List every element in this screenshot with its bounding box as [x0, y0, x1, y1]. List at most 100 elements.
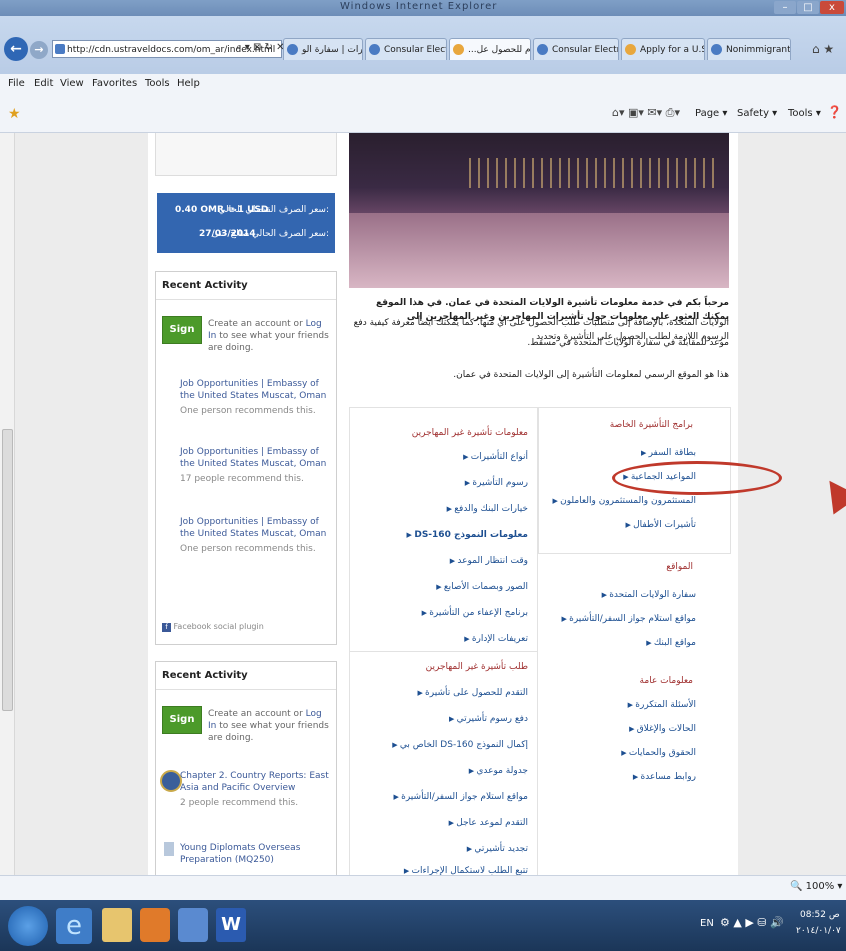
tab-label: Nonimmigrant Vis... [726, 45, 791, 55]
zoom-level[interactable]: 🔍 100% ▾ [790, 881, 842, 892]
activity-item-sub: One person recommends this. [180, 406, 316, 416]
city-lights [469, 158, 719, 188]
link-wait-times[interactable]: وقت انتظار الموعد [450, 556, 528, 566]
explorer-taskbar-icon[interactable] [102, 908, 132, 942]
close-window-button[interactable]: x [820, 1, 844, 14]
tab-5[interactable]: Apply for a U.S. Vis... [621, 38, 705, 60]
favorites-star-icon[interactable]: ★ [8, 106, 21, 122]
home-feeds-print-icon[interactable]: ⌂▾ ▣▾ ✉▾ ⎙▾ [612, 106, 680, 120]
home-icon[interactable]: ⌂ ★ [812, 42, 834, 56]
link-travel-card[interactable]: بطاقة السفر [641, 448, 696, 458]
activity-item-title[interactable]: Young Diplomats Overseas Preparation (MQ… [180, 842, 332, 866]
link-visa-fees[interactable]: رسوم التأشيرة [465, 478, 528, 488]
activity-item-title[interactable]: Job Opportunities | Embassy of the Unite… [180, 516, 332, 540]
link-children-visas[interactable]: تأشيرات الأطفال [625, 520, 696, 530]
search-icon[interactable]: ⌕ ▾ ⊠ ↻ ✕ [236, 42, 284, 53]
link-us-embassy[interactable]: سفارة الولايات المتحدة [602, 590, 696, 600]
window-title: Windows Internet Explorer [340, 1, 498, 12]
forward-button[interactable]: → [30, 41, 48, 59]
link-passport-pickup[interactable]: مواقع استلام جواز السفر/التأشيرة [562, 614, 696, 624]
link-schedule[interactable]: جدولة موعدي [469, 766, 528, 776]
signup-text: Create an account or Log In to see what … [208, 709, 329, 743]
signup-text: Create an account or Log In to see what … [208, 319, 329, 353]
tab-favicon-icon [369, 44, 380, 55]
activity-item-title[interactable]: Job Opportunities | Embassy of the Unite… [180, 378, 332, 402]
official-site-note: هذا هو الموقع الرسمي لمعلومات التأشيرة إ… [453, 370, 729, 380]
link-complete-ds160[interactable]: إكمال النموذج DS-160 الخاص بي [392, 740, 528, 750]
tab-label: Apply for a U.S. Vis... [640, 45, 704, 55]
link-investors[interactable]: المستثمرون والمستثمرون والعاملون [553, 496, 696, 506]
tab-label: Consular Electroni... [552, 45, 619, 55]
start-button[interactable] [8, 906, 48, 946]
tab-2[interactable]: Consular Electroni... [365, 38, 447, 60]
page-menu[interactable]: Page ▾ [695, 108, 727, 119]
activity-item-title[interactable]: Chapter 2. Country Reports: East Asia an… [180, 770, 332, 794]
word-taskbar-icon[interactable]: W [216, 908, 246, 942]
tab-4[interactable]: Consular Electroni... [533, 38, 619, 60]
left-margin [0, 133, 148, 875]
language-indicator[interactable]: EN [700, 918, 714, 929]
tab-favicon-icon [287, 44, 298, 55]
tray-icons[interactable]: ⚙ ▲ ▶ ⛁ 🔊 [720, 916, 784, 929]
sign-up-button[interactable]: Sign Up [162, 316, 202, 361]
link-apply-visa[interactable]: التقدم للحصول على تأشيرة [417, 688, 528, 698]
hero-image [349, 133, 729, 288]
status-bar: 🔍 100% ▾ [0, 875, 846, 900]
link-help[interactable]: روابط مساعدة [633, 772, 696, 782]
link-bank-locations[interactable]: مواقع البنك [646, 638, 696, 648]
link-expedite[interactable]: التقدم لموعد عاجل [449, 818, 528, 828]
tools-menu[interactable]: Tools ▾ [788, 108, 821, 119]
date-value: 27/03/2014 [199, 229, 256, 239]
tab-label: ...التقدم للحصول عل [468, 45, 531, 55]
link-pay-fee[interactable]: دفع رسوم تأشيرتي [449, 714, 528, 724]
exchange-rate-box: سعر الصرف القنصلي الحالي: 0.40 OMR = 1 U… [157, 193, 335, 253]
widget-header: Recent Activity [156, 272, 336, 300]
menu-view[interactable]: View [60, 78, 84, 89]
menu-help[interactable]: Help [177, 78, 200, 89]
tab-6[interactable]: Nonimmigrant Vis... [707, 38, 791, 60]
link-passport-pickup-2[interactable]: مواقع استلام جواز السفر/التأشيرة [394, 792, 528, 802]
tab-3-active[interactable]: ...التقدم للحصول عل [449, 38, 531, 60]
link-bank-payment[interactable]: خيارات البنك والدفع [447, 504, 528, 514]
sign-up-button[interactable]: Sign Up [162, 706, 202, 751]
document-icon [164, 842, 174, 856]
annotation-ellipse [612, 461, 782, 495]
menu-bar: File Edit View Favorites Tools Help [0, 74, 846, 97]
scrollbar-thumb[interactable] [2, 429, 13, 711]
link-photos[interactable]: الصور وبصمات الأصابع [436, 582, 528, 592]
safety-menu[interactable]: Safety ▾ [737, 108, 777, 119]
activity-item-sub: 2 people recommend this. [180, 798, 299, 808]
menu-edit[interactable]: Edit [34, 78, 53, 89]
link-holidays[interactable]: الحالات والإغلاق [629, 724, 696, 734]
facebook-recent-activity-widget: Recent Activity Sign Up Create an accoun… [155, 271, 337, 645]
link-ds160-info[interactable]: معلومات النموذج DS-160 [407, 530, 528, 540]
tab-favicon-icon [453, 44, 464, 55]
nonimmigrant-info-heading: معلومات تأشيرة غير المهاجرين [411, 428, 528, 438]
link-renew[interactable]: تجديد تأشيرتي [467, 844, 528, 854]
nonimmigrant-apply-heading: طلب تأشيرة غير المهاجرين [425, 662, 528, 672]
app-taskbar-icon[interactable] [178, 908, 208, 942]
media-player-taskbar-icon[interactable] [140, 908, 170, 942]
link-faq[interactable]: الأسئلة المتكررة [628, 700, 696, 710]
link-rights[interactable]: الحقوق والحمايات [621, 748, 696, 758]
clock-time[interactable]: 08:52 ص [800, 910, 840, 920]
tab-1[interactable]: تأشيرات | سفارة الو... [283, 38, 363, 60]
tab-favicon-icon [625, 44, 636, 55]
help-icon[interactable]: ❓ [827, 105, 842, 119]
menu-file[interactable]: File [8, 78, 25, 89]
activity-item-sub: 17 people recommend this. [180, 474, 304, 484]
link-visa-types[interactable]: أنواع التأشيرات [463, 452, 528, 462]
back-button[interactable]: ← [4, 37, 28, 61]
link-waiver[interactable]: برنامج الإعفاء من التأشيرة [422, 608, 528, 618]
ie-taskbar-icon[interactable]: e [56, 908, 92, 944]
maximize-button[interactable]: □ [797, 1, 819, 14]
activity-item-title[interactable]: Job Opportunities | Embassy of the Unite… [180, 446, 332, 470]
menu-tools[interactable]: Tools [145, 78, 170, 89]
clock-date[interactable]: ٢٠١٤/٠١/٠٧ [796, 926, 841, 936]
minimize-button[interactable]: – [774, 1, 796, 14]
tab-label: تأشيرات | سفارة الو... [302, 45, 363, 55]
menu-favorites[interactable]: Favorites [92, 78, 137, 89]
scrollbar[interactable] [0, 133, 15, 875]
link-definitions[interactable]: تعريفات الإدارة [464, 634, 528, 644]
facebook-recent-activity-widget: Recent Activity Sign Up Create an accoun… [155, 661, 337, 876]
